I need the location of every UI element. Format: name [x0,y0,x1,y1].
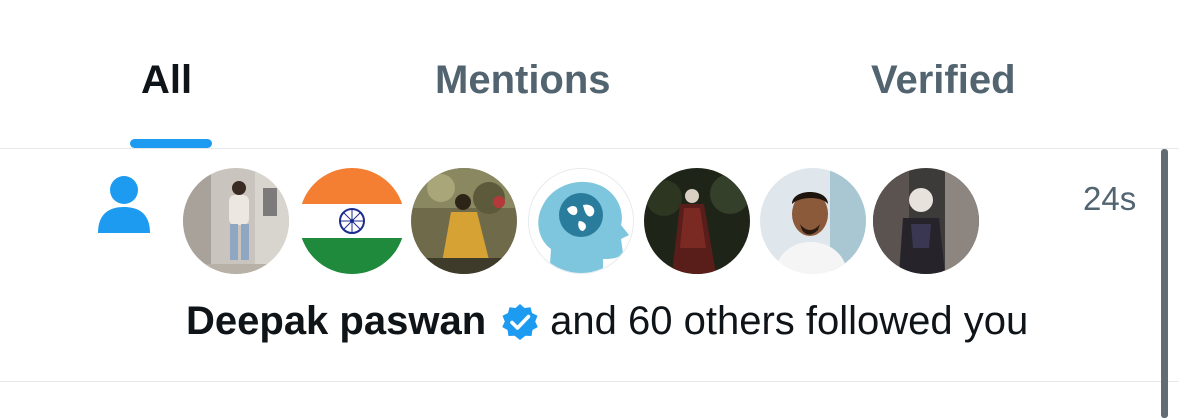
follower-name[interactable]: Deepak paswan [186,299,486,344]
avatar[interactable] [873,168,979,274]
notification-text: Deepak paswan and 60 others followed you [186,299,1028,344]
avatar[interactable] [411,168,517,274]
follow-notification[interactable]: 24s Deepak paswan and 60 others followed… [0,149,1179,382]
notification-tabs: All Mentions Verified [0,0,1179,149]
notification-timestamp: 24s [1083,180,1137,217]
tab-mentions[interactable]: Mentions [435,58,611,103]
tab-all[interactable]: All [141,58,192,103]
avatar[interactable] [760,168,866,274]
tab-verified[interactable]: Verified [871,58,1016,103]
avatar[interactable] [528,168,634,274]
active-tab-indicator [130,139,212,148]
notification-message: and 60 others followed you [550,299,1029,343]
avatar[interactable] [299,168,405,274]
avatar[interactable] [183,168,289,274]
verified-badge-icon [502,303,538,340]
person-icon [98,176,150,233]
avatar[interactable] [644,168,750,274]
scrollbar[interactable] [1161,149,1168,418]
